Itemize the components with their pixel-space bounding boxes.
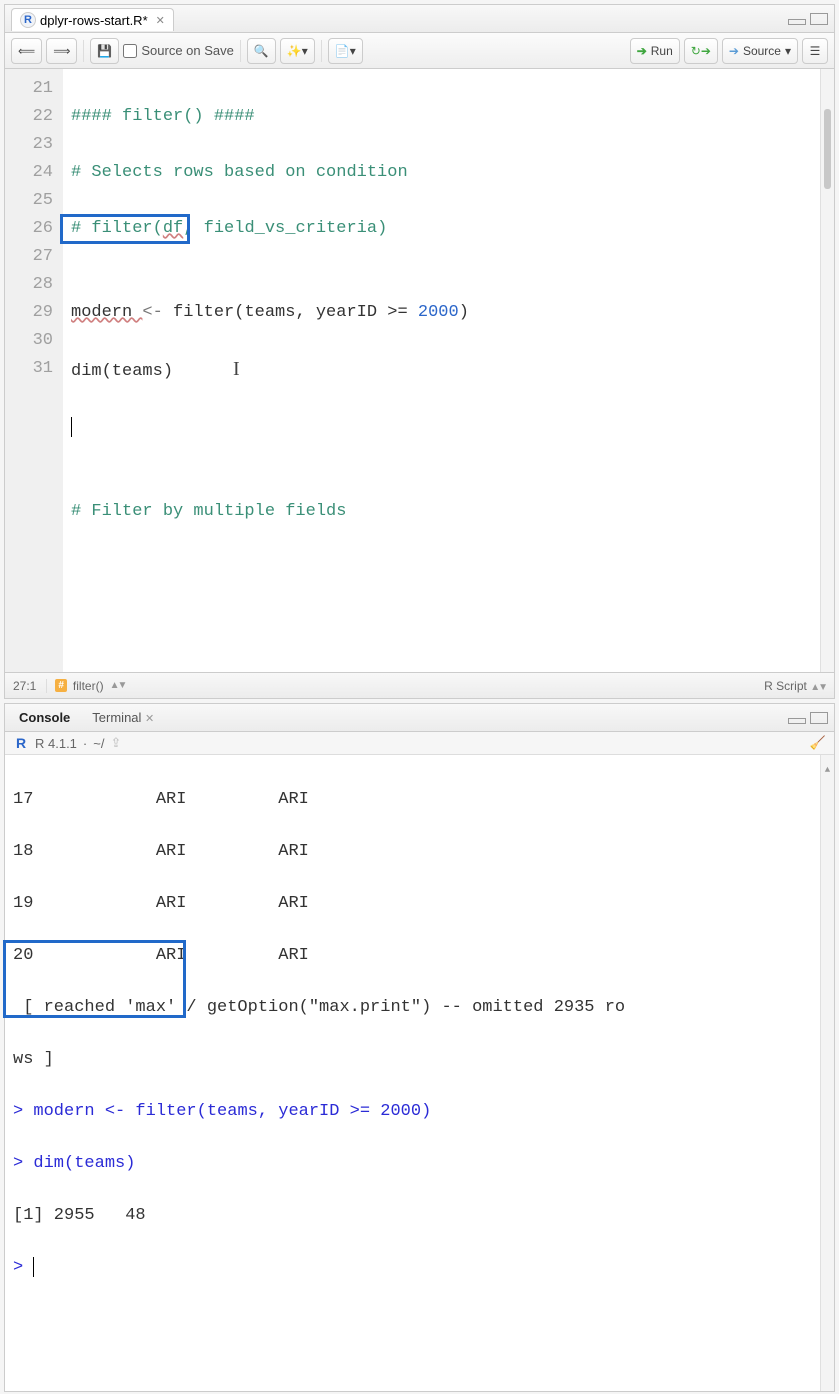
tab-console[interactable]: Console [15,706,74,729]
r-logo-icon: R [13,735,29,751]
code-text: , field_vs_criteria) [183,219,387,238]
console-output-line: [1] 2955 48 [13,1203,826,1229]
console-prompt: > [13,1258,33,1277]
nav-back-button[interactable]: ⟸ [11,38,42,64]
code-text: <- [142,303,162,322]
scrollbar-thumb[interactable] [824,109,831,189]
source-on-save-input[interactable] [123,44,137,58]
rerun-icon: ↻➔ [691,44,711,58]
text-cursor [71,417,72,437]
line-number: 22 [11,103,53,131]
notebook-button[interactable]: 📄▾ [328,38,363,64]
code-text: dim(teams) [71,362,173,381]
editor-status-bar: 27:1 # filter() ▲▼ R Script ▲▼ [5,672,834,698]
code-area[interactable]: #### filter() #### # Selects rows based … [63,69,820,672]
r-file-icon: R [20,12,36,28]
line-number: 27 [11,243,53,271]
console-tab-bar: Console Terminal ✕ [5,704,834,732]
line-number: 26 [11,215,53,243]
console-line: 20 ARI ARI [13,943,826,969]
filetype-indicator[interactable]: R Script ▲▼ [764,679,826,693]
editor-body[interactable]: 21 22 23 24 25 26 27 28 29 30 31 #### fi… [5,69,834,672]
save-button[interactable]: 💾 [90,38,119,64]
line-number: 29 [11,299,53,327]
console-prompt: > [13,1154,33,1173]
line-number: 31 [11,355,53,383]
console-line: ws ] [13,1047,826,1073]
outline-button[interactable]: ☰ [802,38,828,64]
find-button[interactable]: 🔍 [247,38,276,64]
source-arrow-icon: ➔ [729,44,739,58]
editor-file-tab[interactable]: R dplyr-rows-start.R* ✕ [11,8,174,31]
code-text: 2000 [418,303,459,322]
console-line: 17 ARI ARI [13,787,826,813]
console-output[interactable]: 17 ARI ARI 18 ARI ARI 19 ARI ARI 20 ARI … [5,755,834,1391]
line-number: 23 [11,131,53,159]
run-label: Run [651,44,673,58]
console-prompt: > [13,1102,33,1121]
code-text: filter(teams, yearID >= [163,303,418,322]
hash-icon: # [55,679,67,692]
console-line: 18 ARI ARI [13,839,826,865]
nav-forward-button[interactable]: ⟹ [46,38,77,64]
pane-window-controls [788,712,834,724]
tab-terminal[interactable]: Terminal ✕ [88,706,158,729]
text-cursor-ibeam: I [233,358,240,380]
source-button[interactable]: ➔Source ▾ [722,38,798,64]
console-command: dim(teams) [33,1154,135,1173]
console-pane: Console Terminal ✕ R R 4.1.1 · ~/ ⇪ 🧹 17… [4,703,835,1392]
section-name: filter() [73,679,104,693]
code-text: #### filter() #### [71,107,255,126]
r-version: R 4.1.1 [35,736,77,751]
editor-tab-bar: R dplyr-rows-start.R* ✕ [5,5,834,33]
close-icon[interactable]: ✕ [156,14,165,27]
close-icon[interactable]: ✕ [145,713,154,725]
updown-icon: ▲▼ [110,680,126,691]
console-vertical-scrollbar[interactable]: ▲ [820,755,834,1391]
editor-tab-title: dplyr-rows-start.R* [40,13,148,28]
editor-toolbar: ⟸ ⟹ 💾 Source on Save 🔍 ✨▾ 📄▾ ➔ Run ↻➔ ➔ So… [5,33,834,69]
console-line: [ reached 'max' / getOption("max.print")… [13,995,826,1021]
editor-vertical-scrollbar[interactable] [820,69,834,672]
rerun-button[interactable]: ↻➔ [684,38,718,64]
minimize-pane-icon[interactable] [788,718,806,724]
source-label: Source [743,44,781,58]
pane-window-controls [788,13,834,25]
maximize-pane-icon[interactable] [810,13,828,25]
run-button[interactable]: ➔ Run [630,38,680,64]
dot-separator: · [83,736,87,751]
code-text: ) [459,303,469,322]
code-text: # Filter by multiple fields [71,502,346,521]
source-on-save-checkbox[interactable]: Source on Save [123,43,234,58]
console-command: modern <- filter(teams, yearID >= 2000) [33,1102,431,1121]
code-text: df [163,219,183,238]
line-number: 28 [11,271,53,299]
cursor-position: 27:1 [13,679,47,693]
share-icon[interactable]: ⇪ [110,735,121,751]
editor-pane: R dplyr-rows-start.R* ✕ ⟸ ⟹ 💾 Source on … [4,4,835,699]
text-cursor [33,1257,34,1277]
maximize-pane-icon[interactable] [810,712,828,724]
updown-icon: ▲▼ [810,682,826,693]
clear-console-icon[interactable]: 🧹 [810,735,826,751]
section-indicator[interactable]: # filter() ▲▼ [47,679,125,693]
line-number-gutter: 21 22 23 24 25 26 27 28 29 30 31 [5,69,63,672]
source-on-save-label: Source on Save [141,43,234,58]
line-number: 24 [11,159,53,187]
minimize-pane-icon[interactable] [788,19,806,25]
working-dir[interactable]: ~/ [93,736,104,751]
console-line: 19 ARI ARI [13,891,826,917]
line-number: 30 [11,327,53,355]
code-text: # Selects rows based on condition [71,163,408,182]
code-text: # filter( [71,219,163,238]
line-number: 21 [11,75,53,103]
scroll-up-icon[interactable]: ▲ [823,757,832,783]
code-text: modern [71,303,142,322]
magic-wand-button[interactable]: ✨▾ [280,38,315,64]
run-arrow-icon: ➔ [637,44,647,58]
line-number: 25 [11,187,53,215]
console-sub-bar: R R 4.1.1 · ~/ ⇪ 🧹 [5,732,834,755]
